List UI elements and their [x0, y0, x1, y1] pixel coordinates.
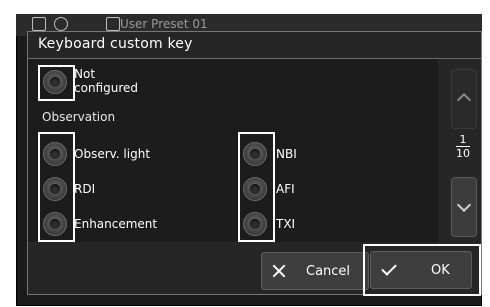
- radio-afi[interactable]: [243, 177, 267, 201]
- background-title: User Preset 01: [120, 17, 208, 31]
- cancel-button-label: Cancel: [306, 264, 351, 279]
- scroll-down-button[interactable]: [451, 177, 477, 237]
- radio-nbi[interactable]: [243, 142, 267, 166]
- radio-enhancement[interactable]: [43, 212, 67, 236]
- gear-icon: [32, 17, 46, 31]
- ok-button[interactable]: OK: [370, 251, 472, 289]
- radio-rdi[interactable]: [43, 177, 67, 201]
- option-label-nbi: NBI: [276, 147, 297, 161]
- option-label-txi: TXI: [276, 217, 296, 231]
- ok-button-label: OK: [431, 263, 450, 278]
- page-scroller: 1 10: [451, 69, 477, 239]
- option-label-rdi: RDI: [74, 182, 96, 196]
- page-current: 1: [456, 133, 470, 147]
- cancel-button[interactable]: Cancel: [261, 252, 369, 290]
- check-icon: [381, 260, 397, 276]
- scroll-up-button[interactable]: [451, 69, 477, 129]
- dialog-title: Keyboard custom key: [38, 36, 193, 52]
- option-label-afi: AFI: [276, 182, 295, 196]
- chevron-up-icon: [456, 92, 472, 108]
- radio-txi[interactable]: [243, 212, 267, 236]
- section-label-observation: Observation: [42, 110, 116, 124]
- radio-observ-light[interactable]: [43, 142, 67, 166]
- keyboard-custom-key-dialog: Keyboard custom key Not configured Obser…: [27, 31, 482, 296]
- document-icon: [106, 17, 120, 31]
- radio-not-configured[interactable]: [43, 70, 67, 94]
- chevron-down-icon: [456, 197, 472, 213]
- close-icon: [272, 264, 286, 278]
- option-label-enhancement: Enhancement: [74, 217, 158, 231]
- page-total: 10: [456, 147, 470, 160]
- option-label-observ-light: Observ. light: [74, 147, 151, 161]
- user-icon: [54, 17, 68, 31]
- option-label-not-configured: Not configured: [74, 67, 138, 95]
- page-indicator: 1 10: [451, 133, 475, 160]
